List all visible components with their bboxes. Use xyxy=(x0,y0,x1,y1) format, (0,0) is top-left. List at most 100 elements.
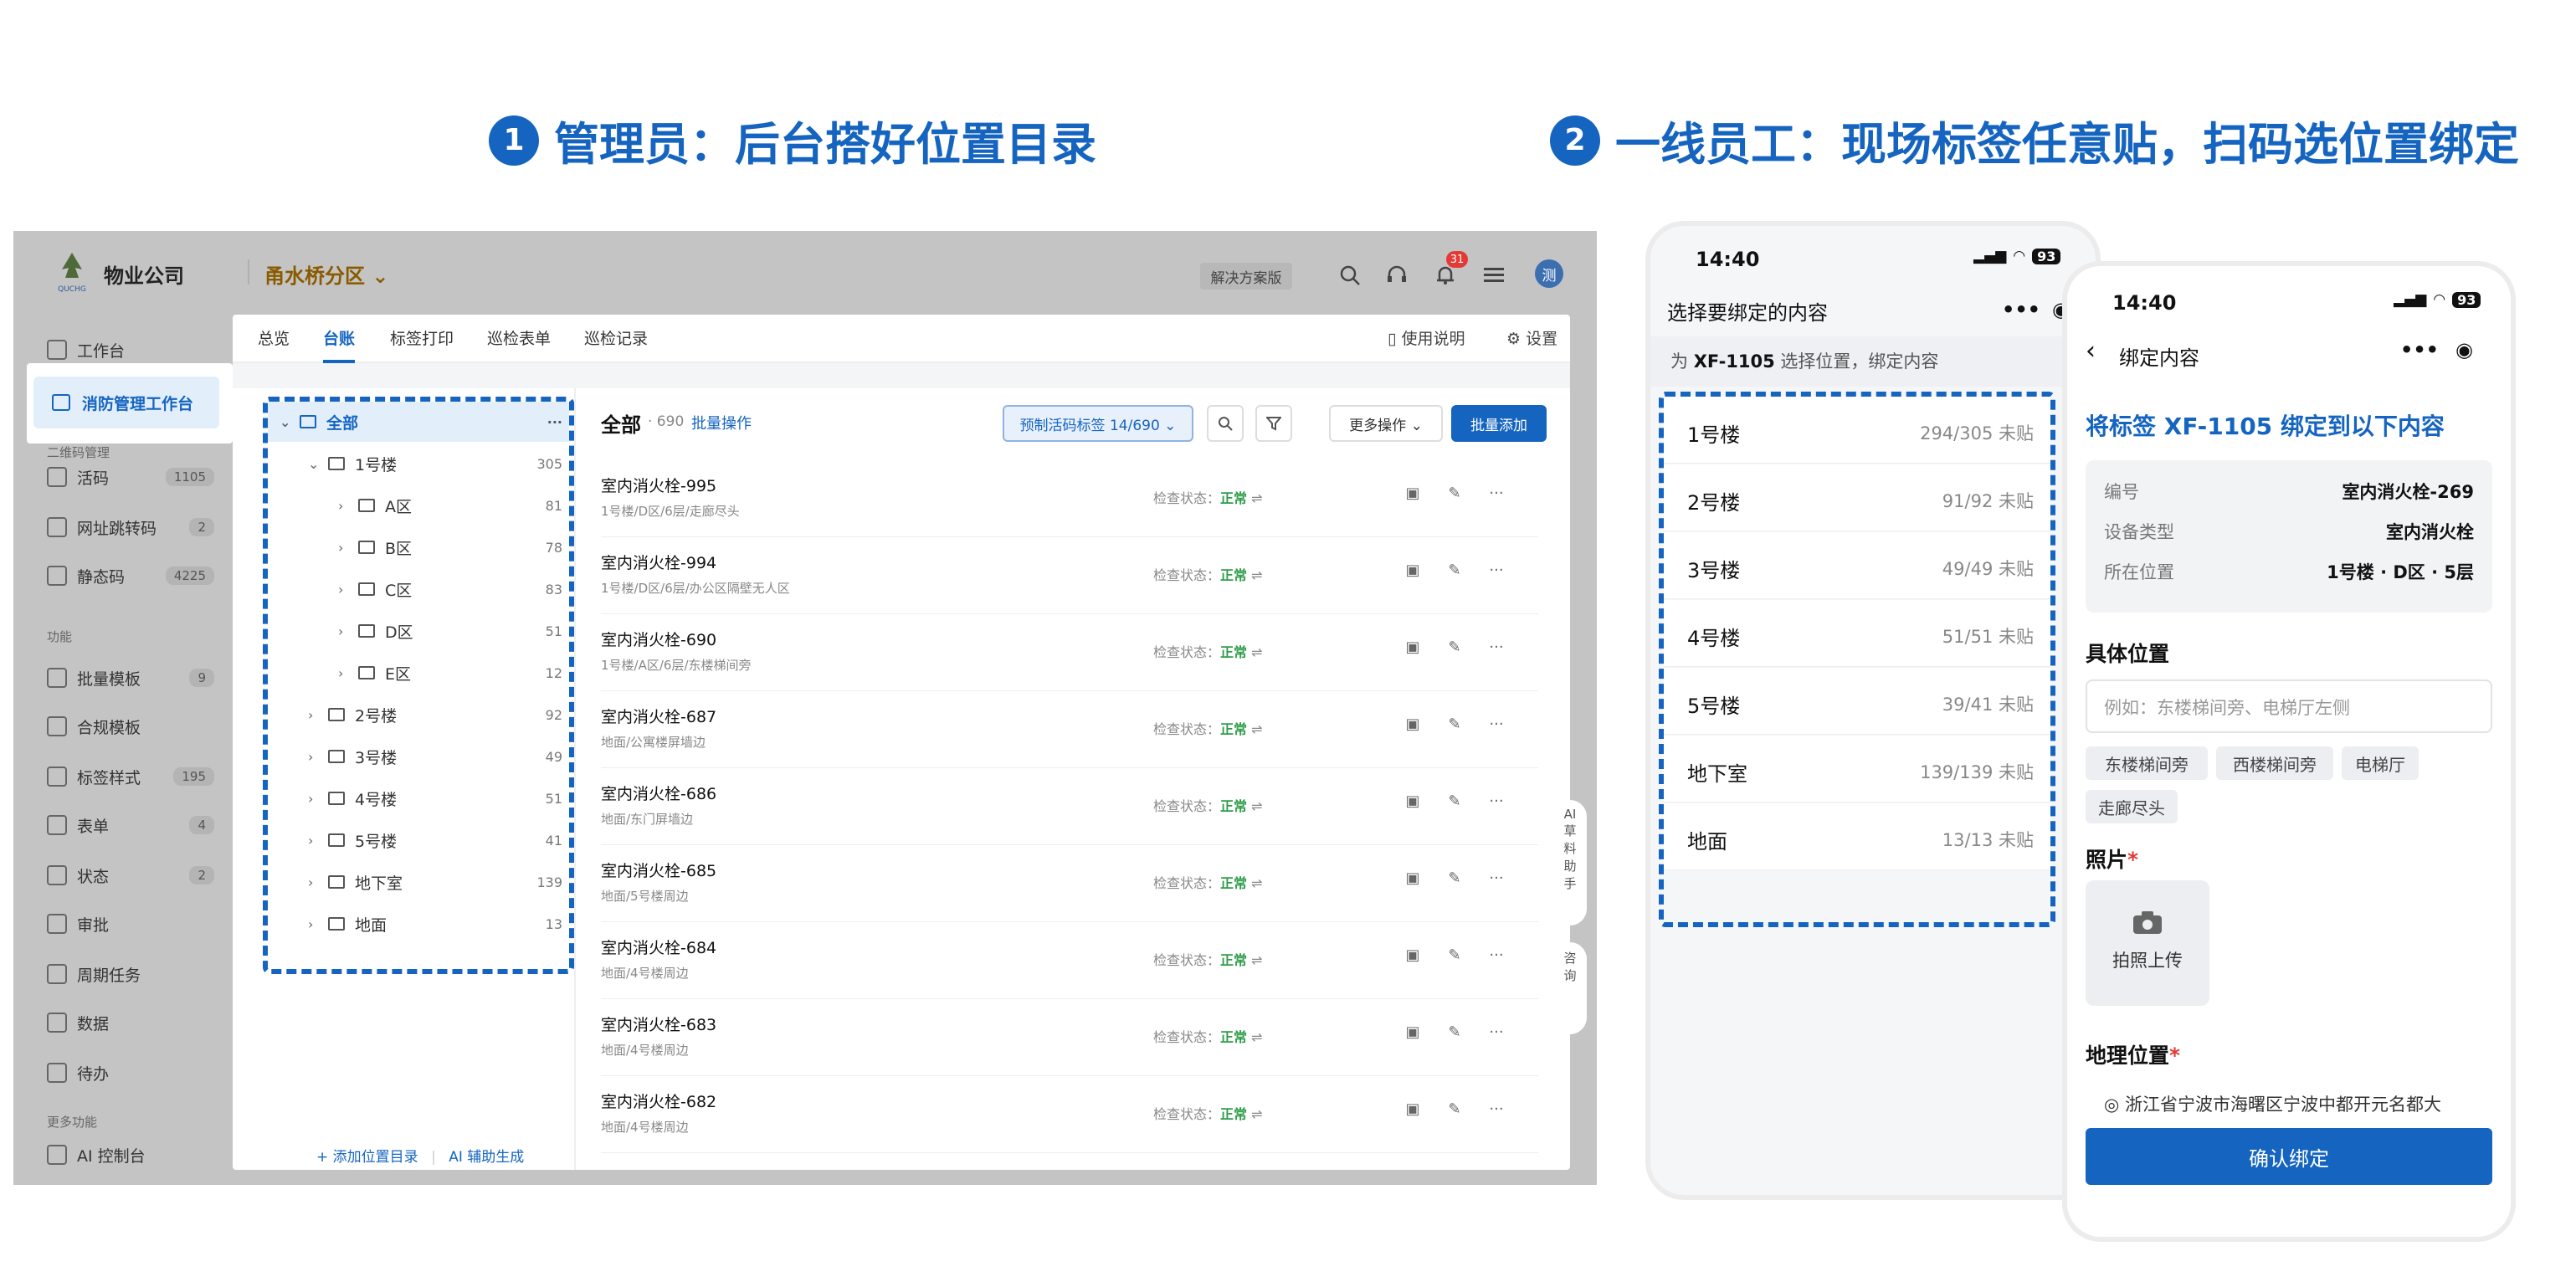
sidebar-item-batch-template[interactable]: 批量模板 9 xyxy=(47,661,223,695)
table-row[interactable]: 室内消火栓-994 1号楼/D区/6层/办公区隔壁无人区 检查状态：正常 ⇌ ▣ ✎ ··… xyxy=(601,537,1538,614)
tree-node-b4[interactable]: › 4号楼 51 xyxy=(308,778,581,818)
sidebar-item-label-style[interactable]: 标签样式 195 xyxy=(47,760,223,793)
chip-elevator[interactable]: 电梯厅 xyxy=(2342,746,2419,780)
tree-node-basement[interactable]: › 地下室 139 xyxy=(308,862,581,902)
avatar[interactable]: 测 xyxy=(1535,259,1563,288)
area-selector[interactable]: 甬水桥分区 ⌄ xyxy=(264,259,388,289)
table-row[interactable]: 室内消火栓-684 地面/4号楼周边 检查状态：正常 ⇌ ▣ ✎ ··· xyxy=(601,922,1538,999)
tree-node-d[interactable]: › D区 51 xyxy=(338,611,581,651)
target-icon[interactable]: ◉ xyxy=(2455,338,2473,361)
sidebar-item-label: 消防管理工作台 xyxy=(82,394,194,413)
table-row[interactable]: 室内消火栓-687 地面/公寓楼屏墙边 检查状态：正常 ⇌ ▣ ✎ ··· xyxy=(601,691,1538,768)
filter-button[interactable] xyxy=(1255,405,1292,442)
confirm-bind-button[interactable]: 确认绑定 xyxy=(2086,1128,2492,1185)
tree-node-c[interactable]: › C区 83 xyxy=(338,569,581,609)
sidebar-item-live-code[interactable]: 活码 1105 xyxy=(47,460,223,494)
tab-ledger[interactable]: 台账 xyxy=(323,326,355,349)
select-subtitle: 为 XF-1105 选择位置，绑定内容 xyxy=(1650,336,2096,387)
tree-node-e[interactable]: › E区 12 xyxy=(338,653,581,693)
tree-node-b5[interactable]: › 5号楼 41 xyxy=(308,820,581,860)
gear-icon: ⚙ xyxy=(1506,330,1527,348)
settings-link[interactable]: ⚙ 设置 xyxy=(1506,326,1557,349)
list-item[interactable]: 1号楼 294/305 未贴 xyxy=(1664,397,2050,464)
ai-generate-link[interactable]: AI 辅助生成 xyxy=(449,1149,524,1166)
calendar-icon xyxy=(47,964,67,984)
sidebar-item-workbench[interactable]: 工作台 xyxy=(47,333,223,367)
tree-node-b1[interactable]: ⌄ 1号楼 305 xyxy=(308,444,581,484)
menu-icon[interactable] xyxy=(1480,261,1508,290)
step2-heading: 2 一线员工：现场标签任意贴，扫码选位置绑定 xyxy=(1550,107,2519,173)
chip-west-stair[interactable]: 西楼梯间旁 xyxy=(2216,746,2333,780)
more-actions-button[interactable]: 更多操作 ⌄ xyxy=(1329,405,1443,442)
photo-upload[interactable]: 拍照上传 xyxy=(2086,880,2209,1006)
tree-node-b2[interactable]: › 2号楼 92 xyxy=(308,695,581,735)
tag-preset-button[interactable]: 预制活码标签 14/690 ⌄ xyxy=(1003,405,1193,442)
ai-assistant-float[interactable]: AI 草 料 助 手 xyxy=(1553,800,1587,926)
list-item[interactable]: 3号楼 49/49 未贴 xyxy=(1664,532,2050,599)
search-icon[interactable] xyxy=(1336,261,1364,290)
folder-icon xyxy=(328,708,345,721)
table-row[interactable]: 室内消火栓-682 地面/4号楼周边 检查状态：正常 ⇌ ▣ ✎ ··· xyxy=(601,1076,1538,1153)
tab-overview[interactable]: 总览 xyxy=(258,326,290,349)
tab-label-print[interactable]: 标签打印 xyxy=(390,326,454,349)
notification-badge: 31 xyxy=(1446,251,1468,268)
info-row-location: 所在位置 1号楼 · D区 · 5层 xyxy=(2104,562,2474,582)
camera-icon xyxy=(2133,911,2162,934)
chip-corridor-end[interactable]: 走廊尽头 xyxy=(2086,790,2178,823)
qr-icon: ▣ xyxy=(1405,869,1420,887)
tab-inspection-record[interactable]: 巡检记录 xyxy=(584,326,648,349)
consult-float[interactable]: 咨 询 xyxy=(1553,942,1587,1034)
list-item[interactable]: 2号楼 91/92 未贴 xyxy=(1664,464,2050,531)
tree-node-all[interactable]: ⌄ 全部 ··· xyxy=(280,402,581,442)
help-link[interactable]: ▯ 使用说明 xyxy=(1388,326,1465,349)
sidebar-item-static-code[interactable]: 静态码 4225 xyxy=(47,559,223,592)
sidebar-item-periodic[interactable]: 周期任务 xyxy=(47,957,223,991)
solution-button[interactable]: 解决方案版 xyxy=(1200,263,1292,290)
sidebar-item-fire-workbench[interactable]: 消防管理工作台 xyxy=(33,377,219,428)
table-row[interactable]: 室内消火栓-685 地面/5号楼周边 检查状态：正常 ⇌ ▣ ✎ ··· xyxy=(601,845,1538,922)
table-row[interactable]: 室内消火栓-690 1号楼/A区/6层/东楼梯间旁 检查状态：正常 ⇌ ▣ ✎ ··· xyxy=(601,614,1538,691)
search-button[interactable] xyxy=(1207,405,1244,442)
edit-icon: ✎ xyxy=(1448,1023,1461,1041)
wifi-icon: ◠ xyxy=(2433,291,2446,308)
page-title: 选择要绑定的内容 xyxy=(1667,301,1828,325)
tree-node-b[interactable]: › B区 78 xyxy=(338,527,581,567)
tree-node-ground[interactable]: › 地面 13 xyxy=(308,904,581,944)
tab-inspection-form[interactable]: 巡检表单 xyxy=(487,326,551,349)
back-icon[interactable]: ‹ xyxy=(2086,336,2096,366)
table-row[interactable]: 室内消火栓-683 地面/4号楼周边 检查状态：正常 ⇌ ▣ ✎ ··· xyxy=(601,999,1538,1076)
compliance-icon xyxy=(47,716,67,736)
list-item[interactable]: 地下室 139/139 未贴 xyxy=(1664,736,2050,802)
table-row[interactable]: 室内消火栓-995 1号楼/D区/6层/走廊尽头 检查状态：正常 ⇌ ▣ ✎ ··· xyxy=(601,460,1538,537)
more-icon[interactable]: ••• xyxy=(2400,338,2439,361)
ai-icon xyxy=(47,1145,67,1165)
list-item[interactable]: 4号楼 51/51 未贴 xyxy=(1664,600,2050,667)
sidebar-item-approval[interactable]: 审批 xyxy=(47,907,223,941)
tree-node-b3[interactable]: › 3号楼 49 xyxy=(308,736,581,777)
location-input[interactable]: 例如：东楼梯间旁、电梯厅左侧 xyxy=(2086,679,2492,733)
signal-icon: ▂▄▆ xyxy=(2394,291,2427,308)
battery-icon: 93 xyxy=(2452,291,2481,308)
add-directory-link[interactable]: + 添加位置目录 xyxy=(316,1149,418,1166)
support-icon[interactable] xyxy=(1383,261,1411,290)
sidebar-item-url-code[interactable]: 网址跳转码 2 xyxy=(47,510,223,544)
company-logo-icon: QUCHG xyxy=(58,253,86,294)
edit-icon: ✎ xyxy=(1448,485,1461,502)
list-item[interactable]: 5号楼 39/41 未贴 xyxy=(1664,668,2050,735)
chip-east-stair[interactable]: 东楼梯间旁 xyxy=(2086,746,2208,780)
sidebar-item-todo[interactable]: 待办 xyxy=(47,1056,223,1090)
sidebar-item-form[interactable]: 表单 4 xyxy=(47,808,223,842)
sidebar-item-data[interactable]: 数据 xyxy=(47,1006,223,1039)
more-icon[interactable]: ••• xyxy=(2002,298,2040,321)
batch-action-link[interactable]: 批量操作 xyxy=(691,412,752,433)
geo-field[interactable]: ◎ 浙江省宁波市海曙区宁波中都开元名都大 xyxy=(2086,1084,2492,1118)
batch-add-button[interactable]: 批量添加 xyxy=(1451,405,1547,442)
more-icon: ··· xyxy=(1489,869,1504,887)
sidebar-item-compliance[interactable]: 合规模板 xyxy=(47,710,223,743)
status-time: 14:40 xyxy=(1696,248,1760,271)
list-item[interactable]: 地面 13/13 未贴 xyxy=(1664,803,2050,870)
sidebar-item-status[interactable]: 状态 2 xyxy=(47,859,223,892)
tree-node-a[interactable]: › A区 81 xyxy=(338,485,581,526)
sidebar-item-ai-console[interactable]: AI 控制台 xyxy=(47,1138,223,1172)
table-row[interactable]: 室内消火栓-686 地面/东门屏墙边 检查状态：正常 ⇌ ▣ ✎ ··· xyxy=(601,768,1538,845)
